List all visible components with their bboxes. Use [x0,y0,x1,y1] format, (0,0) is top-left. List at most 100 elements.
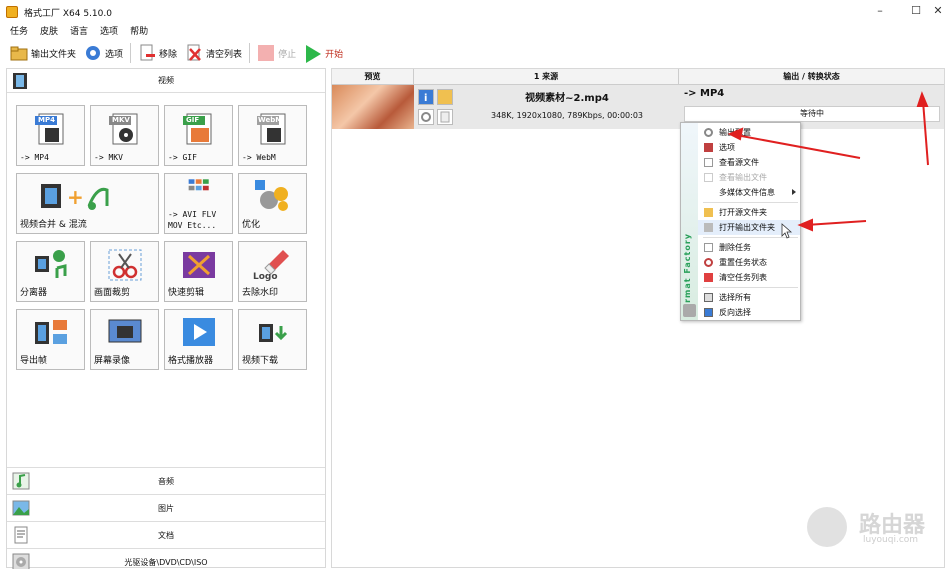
tile-label: 画面裁剪 [94,288,131,298]
maximize-button[interactable]: ☐ [906,4,926,20]
tile-to-avi-flv-mov[interactable]: -> AVI FLV MOV Etc... [164,173,233,234]
watermark-logo-icon [807,507,847,547]
tile-label: -> GIF [168,153,197,162]
export-frames-icon [35,320,67,344]
music-note-icon [12,472,30,490]
menu-skin[interactable]: 皮肤 [40,24,58,38]
source-info: 348K, 1920x1080, 789Kbps, 00:00:03 [491,111,643,120]
menu-open-output-folder[interactable]: 打开输出文件夹 [698,220,800,235]
menu-item-label: 选择所有 [719,293,751,302]
options-icon [704,143,713,152]
category-video[interactable]: 视频 [7,69,325,93]
menu-item-label: 清空任务列表 [719,273,767,282]
tile-to-gif[interactable]: GIF -> GIF [164,105,233,166]
column-preview[interactable]: 预览 [332,69,414,84]
task-list: 预览 1 来源 输出 / 转换状态 i 视频素材~2.mp4 348K, 192… [331,68,945,568]
tile-splitter[interactable]: 分离器 [16,241,85,302]
output-folder-button[interactable]: 输出文件夹 [6,42,80,64]
menu-clear-task-list[interactable]: 清空任务列表 [698,270,800,285]
tile-label: 视频下载 [242,356,279,366]
tile-label: -> MKV [94,153,123,162]
folder-icon[interactable] [437,89,453,105]
folder-icon [10,44,28,62]
close-button[interactable]: ✕ [928,4,948,20]
tile-label: -> MP4 [20,153,49,162]
menu-options[interactable]: 选项 [100,24,118,38]
screen-record-icon [108,319,142,343]
menu-delete-task[interactable]: 删除任务 [698,240,800,255]
menu-open-source-folder[interactable]: 打开源文件夹 [698,205,800,220]
download-icon [259,324,288,342]
info-icon[interactable]: i [418,89,434,105]
category-disc[interactable]: 光驱设备\DVD\CD\ISO [7,548,325,569]
edit-icon[interactable] [437,109,453,125]
tile-badge: MP4 [38,116,55,124]
multi-format-icon [188,179,209,191]
context-menu-side-strip: Format Factory [681,123,698,320]
tile-label-2: MOV Etc... [168,221,217,230]
watermark-subtext: luyouqi.com [863,535,919,545]
tile-screen-record[interactable]: 屏幕录像 [90,309,159,370]
output-folder-label: 输出文件夹 [31,49,77,60]
menu-options[interactable]: 选项 [698,140,800,155]
tile-video-merge[interactable]: + 视频合并 & 混流 [16,173,159,234]
start-button[interactable]: 开始 [300,42,347,64]
category-image-label: 图片 [158,503,174,513]
menu-reset-task-status[interactable]: 重置任务状态 [698,255,800,270]
category-image[interactable]: 图片 [7,494,325,521]
file-icon [704,158,713,167]
tile-export-frames[interactable]: 导出帧 [16,309,85,370]
svg-text:i: i [424,93,427,104]
clear-list-icon [185,44,203,62]
options-icon [84,44,102,62]
category-disc-label: 光驱设备\DVD\CD\ISO [124,557,208,567]
stop-button[interactable]: 停止 [253,42,300,64]
menu-separator [703,237,798,238]
task-row[interactable]: i 视频素材~2.mp4 348K, 1920x1080, 789Kbps, 0… [332,85,944,129]
invert-selection-icon [704,308,713,317]
tile-to-mkv[interactable]: MKV -> MKV [90,105,159,166]
menu-invert-selection[interactable]: 反向选择 [698,305,800,320]
settings-icon[interactable] [418,109,434,125]
watermark: 路由器 luyouqi.com [807,505,947,549]
toolbar: 输出文件夹 选项 移除 清空列表 停止 开始 [6,40,347,66]
column-source[interactable]: 1 来源 [414,69,679,84]
remove-button[interactable]: 移除 [134,42,181,64]
menu-help[interactable]: 帮助 [130,24,148,38]
menu-view-output-file[interactable]: 查看输出文件 [698,170,800,185]
menu-output-settings[interactable]: 输出配置 [698,125,800,140]
clear-list-button[interactable]: 清空列表 [181,42,246,64]
tile-optimize[interactable]: 优化 [238,173,307,234]
play-icon [304,44,322,63]
options-button[interactable]: 选项 [80,42,127,64]
menu-select-all[interactable]: 选择所有 [698,290,800,305]
column-output-status[interactable]: 输出 / 转换状态 [679,69,944,84]
menu-task[interactable]: 任务 [10,24,28,38]
app-icon [6,6,18,18]
category-audio[interactable]: 音频 [7,467,325,494]
tile-format-player[interactable]: 格式播放器 [164,309,233,370]
menu-media-info[interactable]: 多媒体文件信息 [698,185,800,200]
tile-quick-clip[interactable]: 快速剪辑 [164,241,233,302]
category-document[interactable]: 文档 [7,521,325,548]
delete-icon [704,243,713,252]
tile-label: 优化 [242,220,261,230]
tile-crop[interactable]: 画面裁剪 [90,241,159,302]
menu-view-source-file[interactable]: 查看源文件 [698,155,800,170]
tile-label: 去除水印 [242,288,279,298]
clear-list-label: 清空列表 [206,49,243,60]
tile-to-mp4[interactable]: MP4 -> MP4 [16,105,85,166]
tile-video-download[interactable]: 视频下载 [238,309,307,370]
bottom-categories: 音频 图片 文档 光驱设备\DVD\CD\ISO [7,467,325,569]
tile-label: 快速剪辑 [168,288,205,298]
toolbar-separator [249,43,251,63]
reset-icon [704,258,713,267]
optimize-icon [255,180,288,211]
minimize-button[interactable]: – [870,4,890,20]
picture-icon [12,499,30,517]
category-audio-label: 音频 [158,476,174,486]
menu-language[interactable]: 语言 [70,24,88,38]
tile-remove-watermark[interactable]: Logo 去除水印 [238,241,307,302]
title-bar: 格式工厂 X64 5.10.0 [0,0,949,24]
tile-to-webm[interactable]: WebM -> WebM [238,105,307,166]
